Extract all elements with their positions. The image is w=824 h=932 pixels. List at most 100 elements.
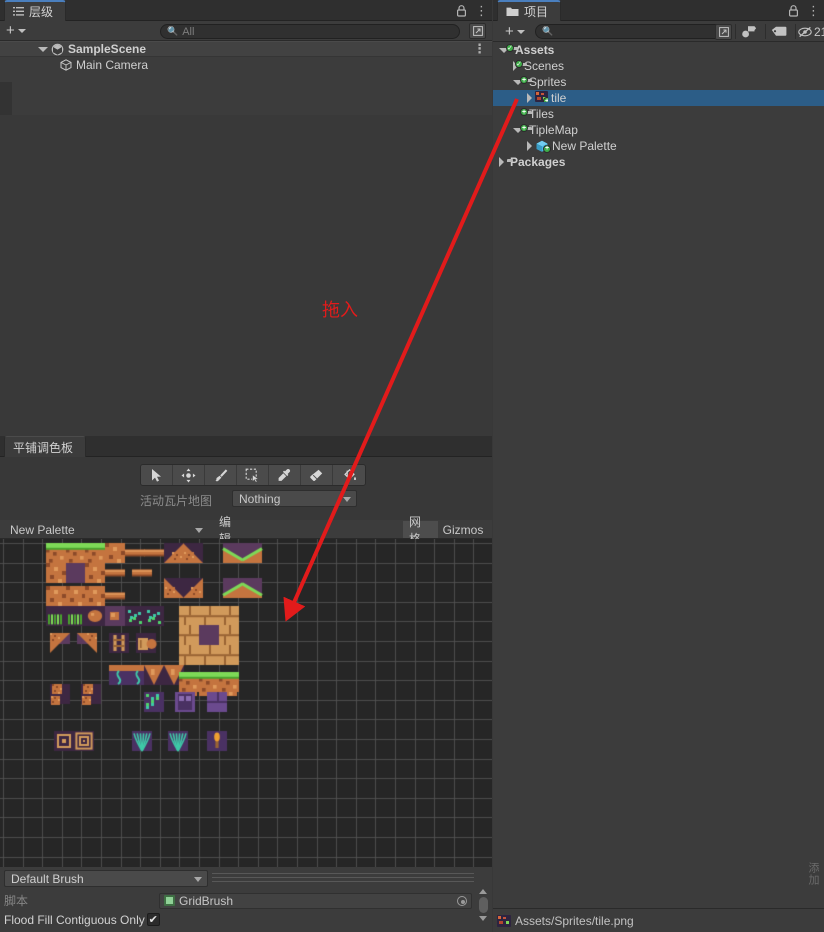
- palette-edit-button[interactable]: 编辑: [213, 515, 245, 546]
- project-item-label: New Palette: [552, 139, 617, 153]
- chevron-right-icon[interactable]: [499, 157, 504, 167]
- brush-inspector-scrollbar[interactable]: [477, 889, 489, 925]
- eraser-tool-button[interactable]: [301, 465, 333, 485]
- hierarchy-add-button[interactable]: +: [6, 23, 26, 38]
- scrollbar-thumb[interactable]: [478, 897, 488, 913]
- prefab-cube-icon: +: [535, 140, 551, 153]
- project-item-label: Tiles: [529, 107, 554, 121]
- hierarchy-icon: [13, 7, 24, 16]
- paint-bucket-icon: [343, 468, 356, 480]
- eraser-icon: [310, 469, 323, 481]
- project-row-sprites[interactable]: + Sprites: [493, 74, 824, 90]
- project-search-input[interactable]: 🔍: [535, 24, 725, 39]
- hierarchy-menu-icon[interactable]: ⋮: [475, 3, 488, 19]
- hierarchy-item-label: SampleScene: [68, 42, 147, 56]
- chevron-down-icon[interactable]: [38, 46, 48, 52]
- scroll-up-icon[interactable]: [479, 889, 487, 894]
- scene-context-menu-icon[interactable]: ⋮: [473, 41, 486, 57]
- select-tool-button[interactable]: [141, 465, 173, 485]
- active-tilemap-label: 活动瓦片地图: [140, 494, 213, 508]
- gameobject-cube-icon: [60, 59, 72, 71]
- picker-tool-button[interactable]: [269, 465, 301, 485]
- chevron-down-icon: [195, 527, 203, 533]
- project-row-newpalette[interactable]: + New Palette: [493, 138, 824, 154]
- chevron-down-icon: [17, 28, 26, 33]
- hierarchy-row-samplescene[interactable]: SampleScene ⋮: [0, 41, 492, 57]
- paint-tool-button[interactable]: [205, 465, 237, 485]
- flood-fill-label: Flood Fill Contiguous Only: [4, 912, 145, 927]
- object-picker-icon[interactable]: [457, 895, 467, 906]
- project-expand-button[interactable]: [715, 24, 732, 40]
- project-item-label: tile: [551, 91, 567, 105]
- tab-tile-palette-label: 平铺调色板: [13, 440, 74, 455]
- script-value: GridBrush: [179, 893, 234, 908]
- tile-palette-grid[interactable]: [0, 539, 492, 867]
- hierarchy-tree: SampleScene ⋮ Main Camera: [0, 41, 492, 436]
- box-fill-tool-button[interactable]: [237, 465, 269, 485]
- hierarchy-row-maincamera[interactable]: Main Camera: [0, 57, 492, 73]
- hierarchy-search-placeholder: All: [182, 25, 195, 38]
- eyedropper-icon: [278, 468, 291, 481]
- project-item-label: Sprites: [529, 75, 567, 89]
- label-filter-button[interactable]: [771, 26, 787, 41]
- sprite-tile-icon: [497, 914, 511, 927]
- project-row-tiplemap[interactable]: + TipleMap: [493, 122, 824, 138]
- hierarchy-expand-button[interactable]: [469, 23, 486, 39]
- hierarchy-item-label: Main Camera: [76, 58, 149, 72]
- project-row-packages[interactable]: Packages: [493, 154, 824, 170]
- project-tabbar: 项目 ⋮: [493, 0, 824, 21]
- palette-gizmos-toggle[interactable]: Gizmos: [438, 521, 488, 538]
- move-cross-icon: [181, 468, 196, 482]
- hierarchy-search-input[interactable]: 🔍 All: [160, 24, 460, 39]
- chevron-right-icon[interactable]: [527, 141, 532, 151]
- project-row-scenes[interactable]: ✓ Scenes: [493, 58, 824, 74]
- flood-fill-checkbox[interactable]: ✔: [146, 913, 160, 926]
- status-path: Assets/Sprites/tile.png: [515, 913, 634, 928]
- scroll-down-icon[interactable]: [479, 916, 487, 921]
- project-row-assets[interactable]: ✓ Assets: [493, 42, 824, 58]
- palette-subbar: New Palette 编辑 网格 Gizmos: [0, 515, 492, 546]
- hierarchy-panel: 层级 ⋮ + 🔍 All SampleScene ⋮ Main Camera: [0, 0, 492, 436]
- project-row-tiles[interactable]: + Tiles: [493, 106, 824, 122]
- tab-project-label: 项目: [524, 5, 549, 19]
- hidden-filter-button[interactable]: 21: [798, 25, 824, 39]
- active-tilemap-dropdown[interactable]: Nothing: [232, 490, 357, 507]
- project-toolbar: + 🔍 2: [493, 21, 824, 42]
- active-tilemap-value: Nothing: [239, 491, 281, 506]
- project-menu-icon[interactable]: ⋮: [807, 3, 820, 19]
- brush-dropdown[interactable]: Default Brush: [4, 870, 208, 887]
- paintbrush-icon: [215, 468, 228, 481]
- hidden-eye-icon: [798, 26, 812, 38]
- tab-project[interactable]: 项目: [497, 0, 562, 21]
- tab-tile-palette[interactable]: 平铺调色板: [4, 436, 87, 457]
- unity-editor-window: 层级 ⋮ + 🔍 All SampleScene ⋮ Main Camera 项…: [0, 0, 824, 932]
- project-row-tile[interactable]: + tile: [493, 90, 824, 106]
- popout-icon: [718, 27, 729, 37]
- asset-type-filter-icon: [742, 26, 757, 38]
- script-object-field[interactable]: GridBrush: [159, 892, 472, 909]
- project-add-button[interactable]: +: [505, 24, 525, 39]
- sprite-tile-icon: +: [535, 91, 548, 105]
- tile-palette-panel: 平铺调色板 ⋮: [0, 436, 492, 932]
- filter-count: 21: [814, 25, 824, 39]
- unity-scene-icon: [51, 43, 64, 55]
- move-tool-button[interactable]: [173, 465, 205, 485]
- cursor-arrow-icon: [152, 468, 161, 482]
- palette-brush-inspector: Default Brush 脚本 GridBrush Flood Fill Co…: [0, 867, 492, 932]
- chevron-right-icon[interactable]: [527, 93, 532, 103]
- search-icon: 🔍: [542, 26, 554, 36]
- project-item-label: Assets: [515, 43, 555, 57]
- lock-icon[interactable]: [456, 4, 467, 17]
- palette-tiles-canvas[interactable]: [0, 539, 492, 867]
- project-item-label: TipleMap: [529, 123, 578, 137]
- palette-tool-group: [140, 464, 366, 486]
- palette-tabbar: 平铺调色板 ⋮: [0, 436, 492, 457]
- project-item-label: Packages: [510, 155, 566, 169]
- palette-select-dropdown[interactable]: New Palette: [4, 521, 208, 538]
- asset-type-filter-button[interactable]: [741, 25, 757, 42]
- palette-grid-toggle[interactable]: 网格: [403, 515, 438, 546]
- lock-icon[interactable]: [788, 4, 799, 17]
- flood-fill-tool-button[interactable]: [333, 465, 365, 485]
- tab-hierarchy[interactable]: 层级: [4, 0, 67, 21]
- popout-icon: [472, 26, 483, 36]
